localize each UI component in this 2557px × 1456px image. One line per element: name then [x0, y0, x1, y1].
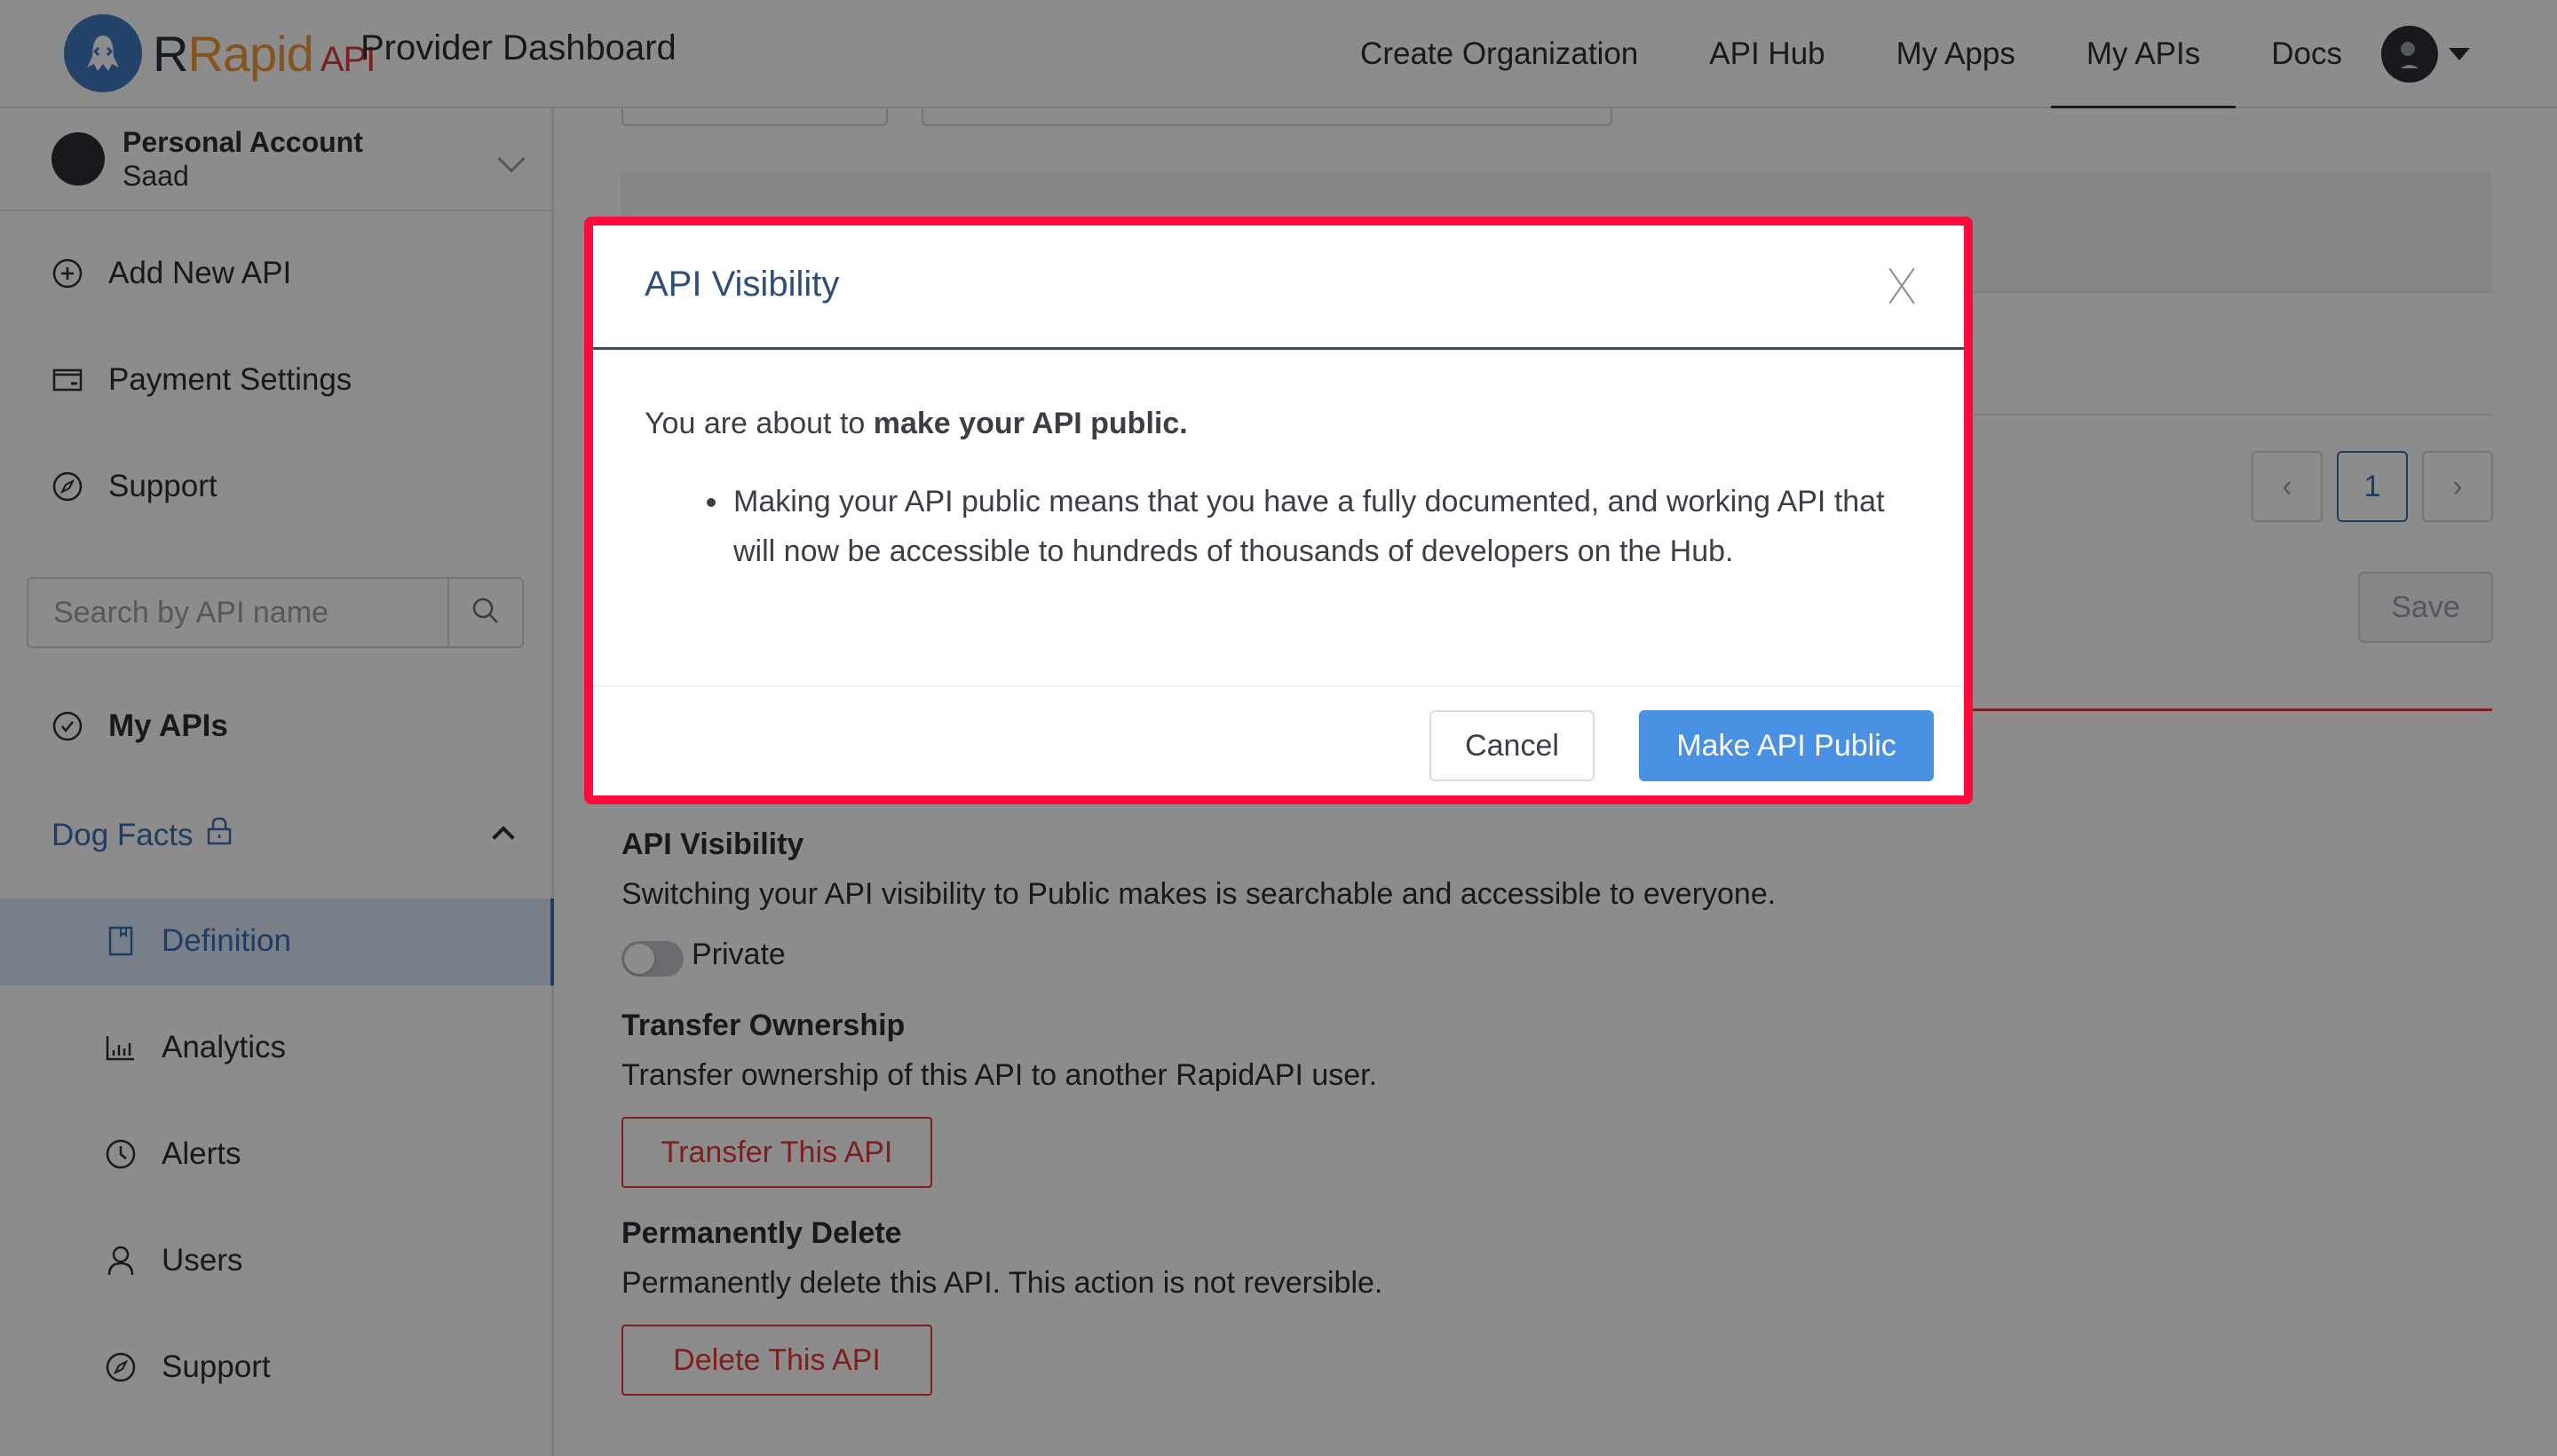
make-api-public-button[interactable]: Make API Public — [1639, 710, 1934, 781]
modal-lead-text: You are about to make your API public. — [645, 407, 1912, 441]
modal-footer: Cancel Make API Public — [593, 687, 1964, 811]
modal-header: API Visibility — [593, 226, 1964, 350]
api-visibility-modal: API Visibility You are about to make you… — [593, 226, 1964, 795]
modal-title: API Visibility — [645, 265, 840, 304]
close-icon[interactable] — [1884, 268, 1920, 304]
modal-body: You are about to make your API public. M… — [593, 350, 1964, 687]
lead-bold: make your API public. — [873, 407, 1188, 440]
modal-highlight-frame: API Visibility You are about to make you… — [584, 217, 1973, 804]
modal-bullet-list: Making your API public means that you ha… — [707, 477, 1912, 576]
lead-prefix: You are about to — [645, 407, 874, 440]
modal-bullet: Making your API public means that you ha… — [707, 477, 1912, 576]
cancel-button[interactable]: Cancel — [1429, 710, 1595, 781]
